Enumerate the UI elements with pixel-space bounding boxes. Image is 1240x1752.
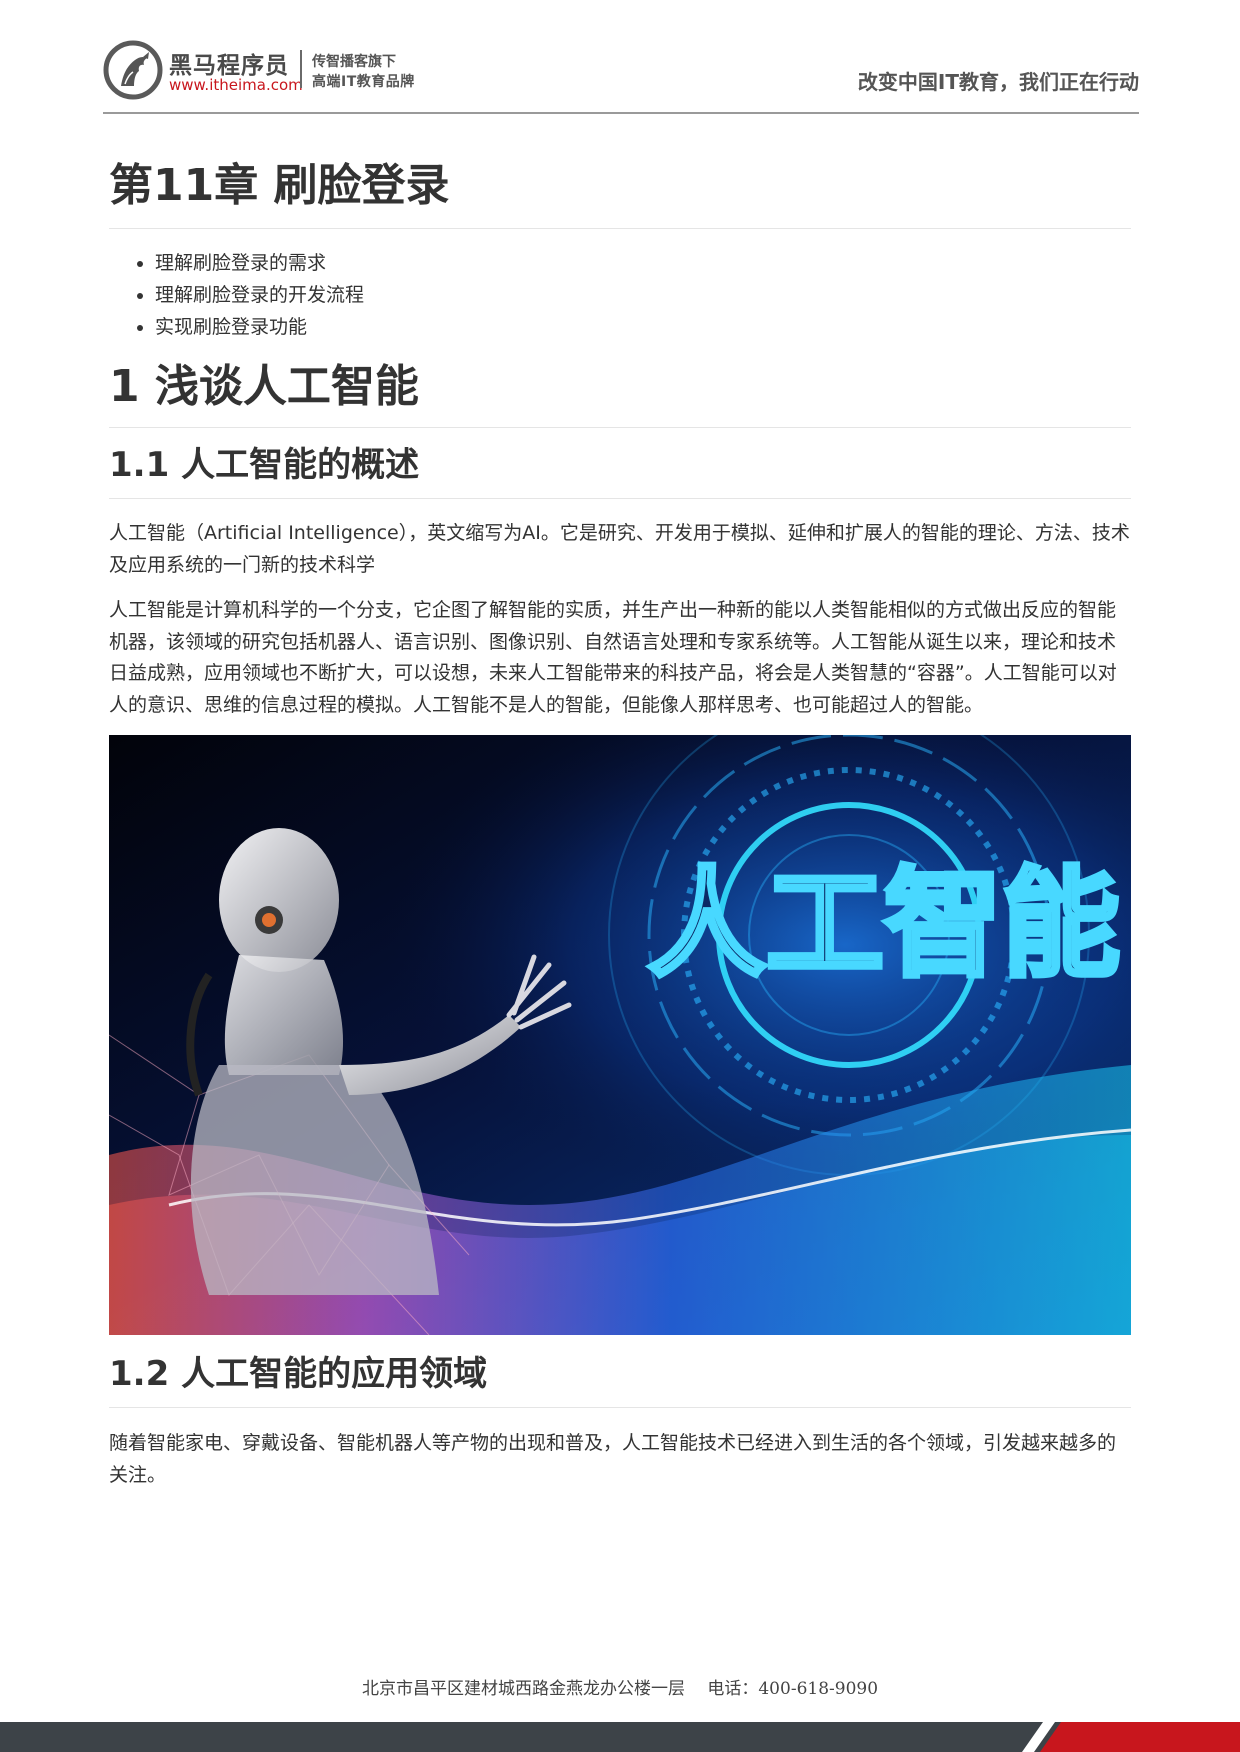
ai-illustration-image: 人工智能 (109, 735, 1131, 1335)
horse-logo-icon (103, 40, 163, 100)
footer-bar (0, 1722, 1240, 1752)
logo-divider (300, 50, 302, 88)
paragraph: 随着智能家电、穿戴设备、智能机器人等产物的出现和普及，人工智能技术已经进入到生活… (109, 1432, 1117, 1486)
subsection-title: 1.1 人工智能的概述 (109, 440, 1131, 499)
goal-item: 理解刷脸登录的开发流程 (155, 279, 1131, 311)
logo-name: 黑马程序员 (169, 53, 289, 79)
chapter-title: 第11章 刷脸登录 (109, 150, 1131, 229)
header-slogan: 改变中国IT教育，我们正在行动 (857, 70, 1139, 94)
ai-image-title: 人工智能 (648, 855, 1120, 993)
learning-goals-list: 理解刷脸登录的需求 理解刷脸登录的开发流程 实现刷脸登录功能 (109, 247, 1131, 343)
goal-item: 实现刷脸登录功能 (155, 311, 1131, 343)
logo-tagline-2: 高端IT教育品牌 (312, 74, 415, 90)
section-title: 1 浅谈人工智能 (109, 357, 1131, 428)
logo-tagline-1: 传智播客旗下 (312, 54, 396, 70)
document-body: 第11章 刷脸登录 理解刷脸登录的需求 理解刷脸登录的开发流程 实现刷脸登录功能… (109, 150, 1131, 1491)
page-header: 黑马程序员 www.itheima.com 传智播客旗下 高端IT教育品牌 改变… (103, 38, 1139, 114)
paragraph: 人工智能是计算机科学的一个分支，它企图了解智能的实质，并生产出一种新的能以人类智… (109, 599, 1117, 716)
goal-item: 理解刷脸登录的需求 (155, 247, 1131, 279)
paragraph: 人工智能（Artificial Intelligence），英文缩写为AI。它是… (109, 522, 1130, 576)
footer-address: 北京市昌平区建材城西路金燕龙办公楼一层 电话：400-618-9090 (361, 1679, 879, 1699)
logo-url[interactable]: www.itheima.com (169, 76, 303, 94)
subsection-title: 1.2 人工智能的应用领域 (109, 1349, 1131, 1408)
